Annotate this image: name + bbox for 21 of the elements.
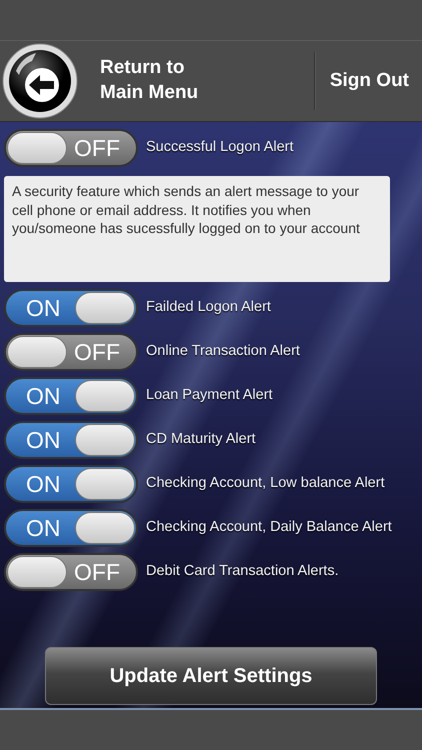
toggle-switch[interactable]: ON: [4, 465, 138, 503]
toggle-switch[interactable]: ON: [4, 509, 138, 547]
alert-label: Checking Account, Daily Balance Alert: [146, 518, 392, 538]
sign-out-button[interactable]: Sign Out: [314, 66, 422, 96]
update-alert-settings-button[interactable]: Update Alert Settings: [45, 647, 377, 705]
return-to-main-menu-button[interactable]: Return to Main Menu: [100, 56, 198, 106]
back-icon[interactable]: [2, 43, 78, 119]
toggle-switch[interactable]: ON: [4, 421, 138, 459]
toggle-switch[interactable]: ON: [4, 289, 138, 327]
alert-label: Successful Logon Alert: [146, 138, 294, 158]
alert-description: A security feature which sends an alert message to your cell phone or email address. It notifies you when you/someone has sucessfully logged on to your account: [4, 176, 390, 282]
alert-label: CD Maturity Alert: [146, 430, 256, 450]
alert-label: Debit Card Transaction Alerts.: [146, 562, 339, 582]
toggle-switch[interactable]: OFF: [4, 553, 138, 591]
toggle-switch[interactable]: OFF: [4, 129, 138, 167]
alert-label: Loan Payment Alert: [146, 386, 273, 406]
toggle-switch[interactable]: ON: [4, 377, 138, 415]
alert-label: Online Transaction Alert: [146, 342, 300, 362]
alert-label: Failded Logon Alert: [146, 298, 271, 318]
toggle-switch[interactable]: OFF: [4, 333, 138, 371]
alert-label: Checking Account, Low balance Alert: [146, 474, 385, 494]
